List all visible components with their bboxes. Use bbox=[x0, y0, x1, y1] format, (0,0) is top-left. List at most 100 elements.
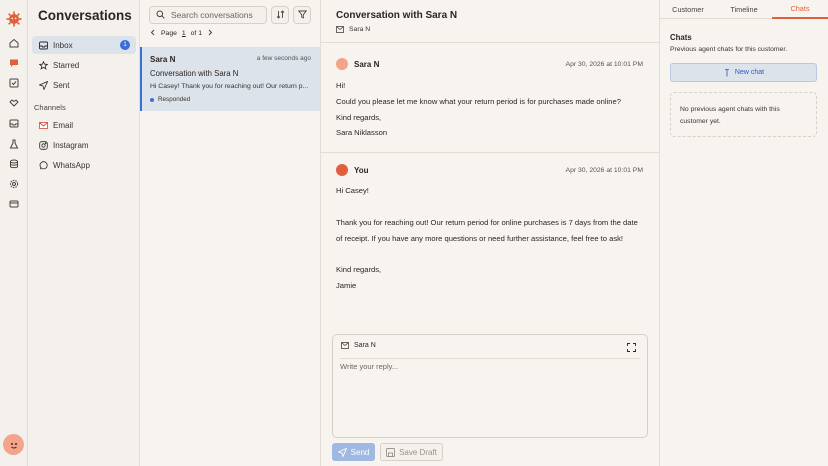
nav-item-whatsapp[interactable]: WhatsApp bbox=[32, 156, 136, 174]
filter-icon bbox=[297, 10, 307, 21]
conversation-time: a few seconds ago bbox=[256, 55, 311, 62]
nav-item-label: Email bbox=[53, 120, 74, 130]
channels-heading: Channels bbox=[34, 103, 66, 112]
panel-tabs: Customer Timeline Chats bbox=[660, 0, 828, 19]
mail-icon bbox=[336, 26, 344, 33]
nav-item-inbox[interactable]: Inbox 1 bbox=[32, 36, 136, 54]
whatsapp-icon bbox=[38, 160, 48, 170]
message-line: Thank you for reaching out! Our return p… bbox=[336, 218, 638, 227]
send-label: Send bbox=[350, 447, 370, 457]
conversation-contact: Sara N bbox=[150, 55, 176, 64]
inbox-icon bbox=[38, 40, 48, 50]
pagination: Page 1 of 1 bbox=[150, 29, 213, 38]
conversation-preview: Hi Casey! Thank you for reaching out! Ou… bbox=[150, 83, 309, 90]
page-title: Conversation with Sara N bbox=[336, 10, 458, 21]
tab-chats[interactable]: Chats bbox=[772, 0, 828, 19]
save-icon bbox=[386, 447, 396, 457]
mail-icon bbox=[341, 342, 349, 349]
nav-item-sent[interactable]: Sent bbox=[32, 76, 136, 94]
divider bbox=[340, 358, 640, 359]
card-icon[interactable] bbox=[8, 198, 20, 210]
nav-item-label: WhatsApp bbox=[53, 160, 90, 170]
conversation-thread: Conversation with Sara N Sara N Sara N A… bbox=[321, 0, 660, 466]
expand-icon[interactable] bbox=[627, 343, 636, 352]
flask-icon[interactable] bbox=[8, 138, 20, 150]
search-box[interactable] bbox=[149, 6, 267, 24]
next-page-icon[interactable] bbox=[207, 29, 213, 38]
logo-icon[interactable] bbox=[6, 11, 22, 27]
conversation-list-panel: Page 1 of 1 Sara N a few seconds ago Con… bbox=[140, 0, 321, 466]
conversation-list-item[interactable]: Sara N a few seconds ago Conversation wi… bbox=[140, 47, 320, 111]
nav-item-instagram[interactable]: Instagram bbox=[32, 136, 136, 154]
divider bbox=[321, 152, 660, 153]
star-icon bbox=[38, 60, 48, 70]
customer-side-panel: Customer Timeline Chats Chats Previous a… bbox=[660, 0, 828, 466]
database-icon[interactable] bbox=[8, 158, 20, 170]
nav-item-label: Starred bbox=[53, 60, 80, 70]
panel-subtitle: Previous agent chats for this customer. bbox=[670, 46, 788, 53]
page-prefix: Page bbox=[161, 30, 177, 37]
nav-item-label: Sent bbox=[53, 80, 70, 90]
nav-title: Conversations bbox=[38, 8, 132, 23]
empty-state: No previous agent chats with this custom… bbox=[670, 92, 817, 137]
sort-icon bbox=[276, 9, 285, 21]
send-icon bbox=[337, 447, 347, 457]
contact-avatar bbox=[336, 58, 348, 70]
message-line: Kind regards, bbox=[336, 265, 382, 274]
status-label: Responded bbox=[158, 96, 191, 103]
icon-rail bbox=[0, 0, 28, 466]
agent-avatar bbox=[336, 164, 348, 176]
message-line: of receipt. If you have any more questio… bbox=[336, 234, 624, 243]
save-draft-label: Save Draft bbox=[399, 447, 437, 457]
message-line: Hi! bbox=[336, 81, 346, 90]
settings-icon[interactable] bbox=[8, 178, 20, 190]
divider bbox=[321, 42, 660, 43]
new-chat-button[interactable]: New chat bbox=[670, 63, 817, 82]
message-time: Apr 30, 2026 at 10:01 PM bbox=[565, 167, 643, 174]
reply-composer: Sara N bbox=[332, 334, 648, 438]
send-icon bbox=[38, 80, 48, 90]
inbox-tray-icon[interactable] bbox=[8, 117, 20, 129]
search-icon bbox=[156, 10, 165, 21]
nav-item-starred[interactable]: Starred bbox=[32, 56, 136, 74]
new-chat-label: New chat bbox=[734, 69, 765, 76]
thread-contact-name: Sara N bbox=[349, 26, 371, 33]
checkbox-icon[interactable] bbox=[8, 77, 20, 89]
instagram-icon bbox=[38, 140, 48, 150]
message-time: Apr 30, 2026 at 10:01 PM bbox=[565, 61, 643, 68]
reply-recipient: Sara N bbox=[341, 342, 376, 349]
prev-page-icon[interactable] bbox=[150, 29, 156, 38]
message-line: Sara Niklasson bbox=[336, 128, 388, 137]
search-input[interactable] bbox=[171, 10, 266, 20]
tab-customer[interactable]: Customer bbox=[660, 0, 716, 19]
nav-item-label: Inbox bbox=[53, 40, 73, 50]
thread-contact: Sara N bbox=[336, 26, 370, 33]
filter-button[interactable] bbox=[293, 6, 311, 24]
conversations-nav: Conversations Inbox 1 Starred Sent Chann… bbox=[28, 0, 140, 466]
gmail-icon bbox=[38, 120, 48, 130]
nav-item-label: Instagram bbox=[53, 140, 89, 150]
message-line: Jamie bbox=[336, 281, 357, 290]
panel-title: Chats bbox=[670, 33, 692, 42]
tab-timeline[interactable]: Timeline bbox=[716, 0, 772, 19]
message-sender: Sara N bbox=[354, 60, 380, 69]
unread-badge: 1 bbox=[120, 40, 130, 50]
sort-button[interactable] bbox=[271, 6, 289, 24]
status-dot-icon bbox=[150, 97, 154, 102]
chat-icon[interactable] bbox=[8, 57, 20, 69]
user-avatar[interactable] bbox=[3, 434, 24, 455]
sparkle-icon bbox=[723, 68, 731, 77]
status-badge: Responded bbox=[150, 96, 190, 103]
home-icon[interactable] bbox=[8, 37, 20, 49]
page-suffix: of 1 bbox=[190, 30, 202, 37]
message-sender: You bbox=[354, 166, 369, 175]
save-draft-button[interactable]: Save Draft bbox=[380, 443, 443, 461]
message-line: Kind regards, bbox=[336, 113, 382, 122]
page-number[interactable]: 1 bbox=[182, 30, 186, 37]
handshake-icon[interactable] bbox=[8, 97, 20, 109]
reply-recipient-name: Sara N bbox=[354, 342, 376, 349]
message-line: Hi Casey! bbox=[336, 186, 369, 195]
send-button[interactable]: Send bbox=[332, 443, 375, 461]
reply-input[interactable] bbox=[340, 362, 640, 432]
nav-item-email[interactable]: Email bbox=[32, 116, 136, 134]
